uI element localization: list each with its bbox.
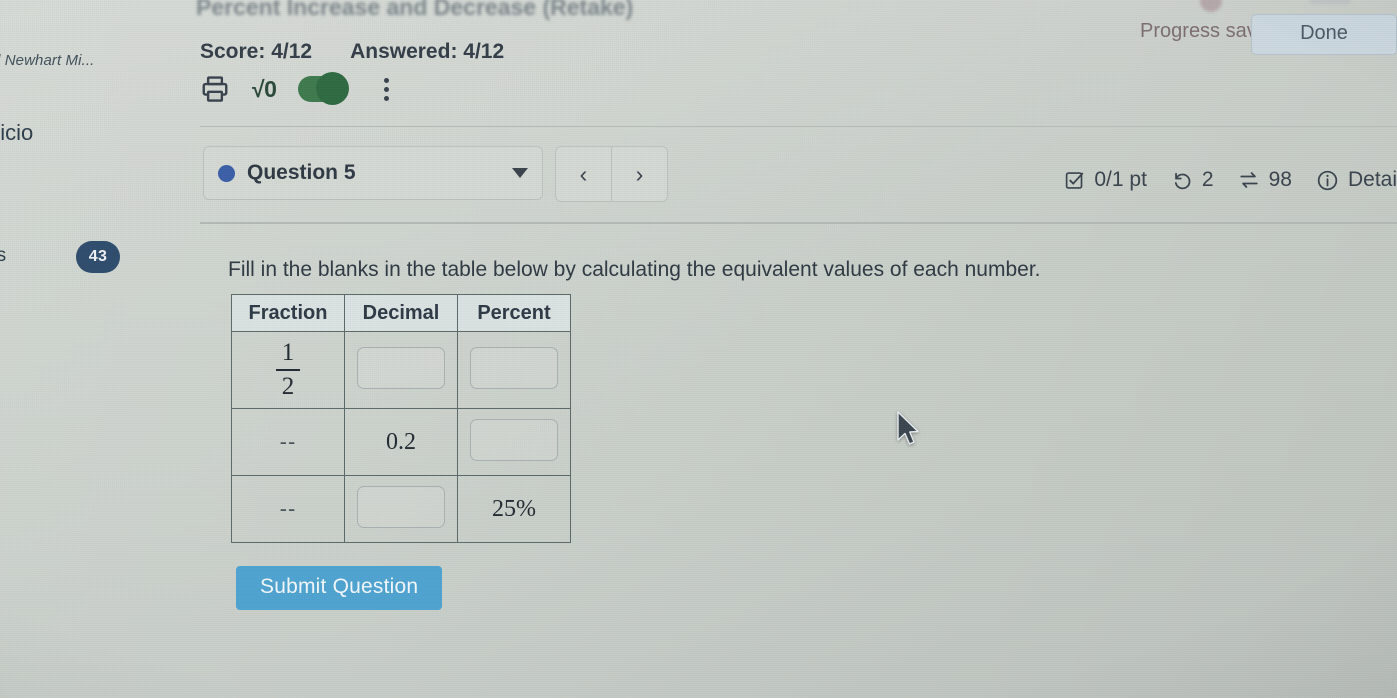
cell-percent-row1 xyxy=(457,331,571,409)
column-header-fraction: Fraction xyxy=(231,294,345,332)
previous-question-button[interactable]: ‹ xyxy=(556,147,612,201)
next-question-button[interactable]: › xyxy=(612,147,667,201)
fraction-one-half: 1 2 xyxy=(276,338,300,400)
divider-top xyxy=(200,126,1397,127)
table-header-row: Fraction Decimal Percent xyxy=(231,294,571,332)
fraction-numerator: 1 xyxy=(281,338,295,366)
decimal-input-row1[interactable] xyxy=(357,346,445,389)
percent-input-row1[interactable] xyxy=(470,346,558,389)
cell-decimal-row3 xyxy=(344,475,458,543)
column-header-decimal: Decimal xyxy=(344,294,458,332)
checkbox-icon xyxy=(1064,170,1085,191)
points-label: 0/1 pt xyxy=(1094,168,1147,191)
divider-middle xyxy=(200,222,1397,224)
cell-percent-row2 xyxy=(457,408,571,476)
question-prompt: Fill in the blanks in the table below by… xyxy=(228,258,1041,281)
screen-background xyxy=(0,0,1397,698)
percent-input-row2[interactable] xyxy=(470,418,558,461)
math-input-toggle[interactable] xyxy=(298,72,350,105)
sidebar-item-home[interactable]: nicio xyxy=(0,120,33,146)
sidebar: d Newhart Mi... nicio es 43 xyxy=(0,0,200,698)
messages-count-badge: 43 xyxy=(76,241,120,273)
undo-arrow-icon[interactable] xyxy=(1171,169,1193,191)
answered-label: Answered: 4/12 xyxy=(350,40,505,63)
submit-question-button[interactable]: Submit Question xyxy=(236,566,443,610)
table-row: -- 0.2 xyxy=(231,408,571,476)
kebab-menu-icon[interactable] xyxy=(384,77,390,101)
printer-icon[interactable] xyxy=(200,74,230,104)
details-link[interactable]: Detai xyxy=(1348,168,1397,192)
question-navigation-bar: Question 5 ‹ › xyxy=(203,146,668,202)
column-header-percent: Percent xyxy=(457,294,571,332)
done-button[interactable]: Done xyxy=(1251,14,1397,55)
sidebar-item-course[interactable]: d Newhart Mi... xyxy=(0,52,94,69)
partial-top-element xyxy=(1310,0,1350,4)
info-circle-icon[interactable] xyxy=(1316,169,1339,192)
fraction-bar xyxy=(276,369,300,371)
math-toggle-label: √0 xyxy=(252,75,277,102)
question-status-cluster: 0/1 pt 2 98 Detai xyxy=(1064,168,1397,192)
cell-fraction-row2: -- xyxy=(231,408,345,476)
cell-fraction-row1: 1 2 xyxy=(231,331,345,409)
question-status-dot xyxy=(218,164,235,182)
question-nav-group: ‹ › xyxy=(555,146,668,202)
chevron-down-icon xyxy=(512,168,528,178)
question-label: Question 5 xyxy=(247,161,356,184)
question-selector-dropdown[interactable]: Question 5 xyxy=(203,146,543,200)
cell-fraction-row3: -- xyxy=(231,475,345,543)
cell-percent-row3: 25% xyxy=(457,475,571,543)
decimal-input-row3[interactable] xyxy=(357,485,445,528)
swap-arrows-icon[interactable] xyxy=(1238,169,1260,191)
conversion-table: Fraction Decimal Percent 1 2 -- 0.2 -- 2… xyxy=(231,294,571,543)
table-row: -- 25% xyxy=(231,475,571,543)
table-row: 1 2 xyxy=(231,331,571,409)
cell-decimal-row2: 0.2 xyxy=(344,408,458,476)
cell-decimal-row1 xyxy=(344,331,458,409)
page-title: Percent Increase and Decrease (Retake) xyxy=(196,0,634,20)
score-row: Score: 4/12 Answered: 4/12 xyxy=(200,40,504,64)
version-label: 98 xyxy=(1268,168,1292,191)
sidebar-item-messages[interactable]: es xyxy=(0,245,6,267)
question-toolbar: √0 xyxy=(200,72,390,105)
attempts-label: 2 xyxy=(1201,168,1214,191)
fraction-denominator: 2 xyxy=(281,372,295,400)
score-label: Score: 4/12 xyxy=(200,40,313,63)
